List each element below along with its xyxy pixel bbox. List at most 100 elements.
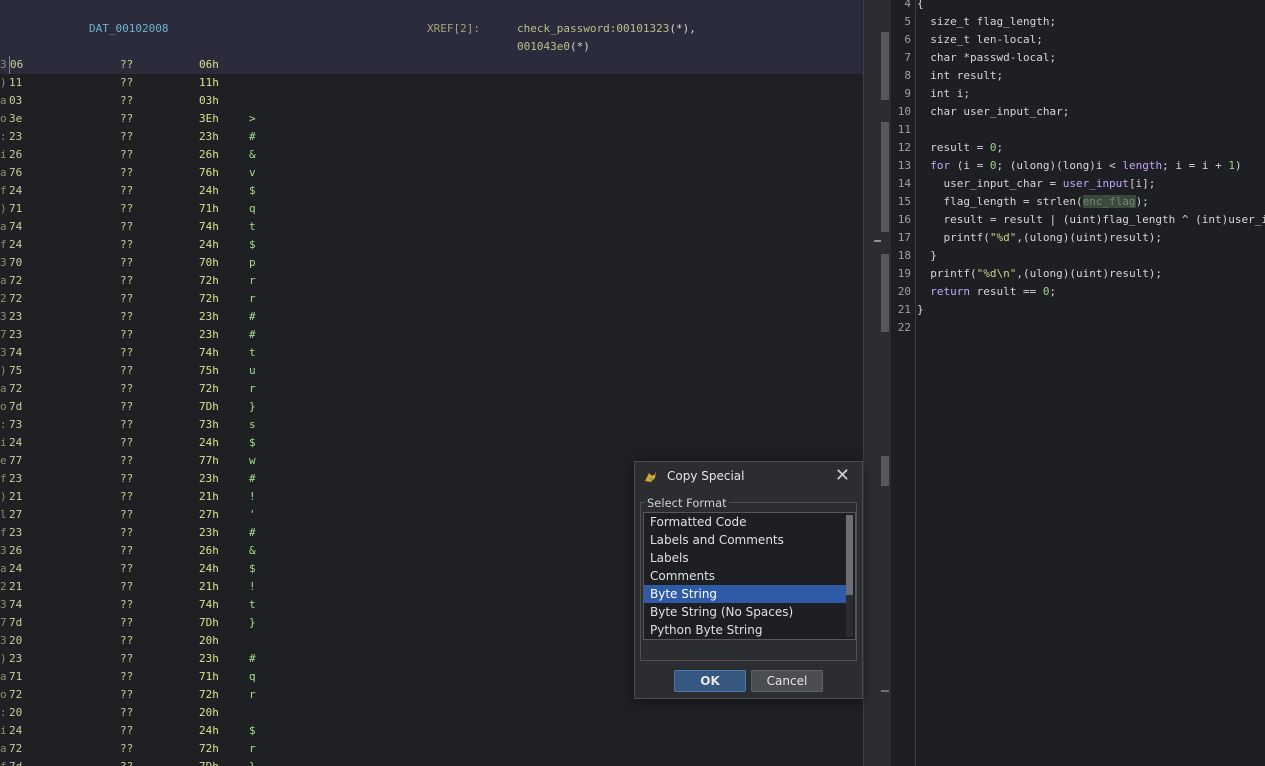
code-line[interactable]: 10 char user_input_char; (891, 103, 1265, 121)
listing-row[interactable]: :20?? 20h (0, 704, 863, 722)
code-token[interactable]: (i = (950, 159, 990, 172)
listing-row[interactable]: a 74?? 74h t (0, 218, 863, 236)
listing-row[interactable]: i 26?? 26h & (0, 146, 863, 164)
listbox-scrollbar[interactable] (846, 515, 853, 637)
code-token[interactable]: ; (996, 141, 1003, 154)
ok-button[interactable]: OK (674, 670, 746, 692)
listing-row[interactable]: 3 06?? 06h (0, 56, 863, 74)
xref-ref[interactable]: check_password:00101323 (517, 22, 669, 35)
listing-row[interactable]: o 3e?? 3Eh > (0, 110, 863, 128)
code-line[interactable]: 14 user_input_char = user_input[i]; (891, 175, 1265, 193)
listing-row[interactable]: 3 23?? 23h # (0, 308, 863, 326)
code-token[interactable]: user_input (1063, 177, 1129, 190)
code-line[interactable]: 21} (891, 301, 1265, 319)
code-line[interactable]: 16 result = result | (uint)flag_length ^… (891, 211, 1265, 229)
listing-row[interactable]: :23?? 23h # (0, 128, 863, 146)
code-token[interactable]: for (930, 159, 950, 172)
format-option-byte-string[interactable]: Byte String (644, 585, 848, 603)
code-token[interactable]: int result; (917, 69, 1003, 82)
listing-row[interactable]: i 24?? 24h $ (0, 434, 863, 452)
code-token[interactable]: char user_input_char; (917, 105, 1069, 118)
code-token[interactable]: ) (1235, 159, 1242, 172)
listing-row[interactable]: f 24?? 24h $ (0, 182, 863, 200)
listing-row[interactable]: o 7d?? 7Dh} (0, 398, 863, 416)
format-option-labels-and-comments[interactable]: Labels and Comments (644, 531, 848, 549)
listbox-scroll-thumb[interactable] (846, 515, 853, 595)
code-line[interactable]: 4{ (891, 0, 1265, 13)
listing-row[interactable]: 3 70?? 70h p (0, 254, 863, 272)
code-token[interactable] (917, 159, 930, 172)
xref-entry[interactable]: check_password:00101323(*), (517, 22, 696, 35)
close-icon[interactable]: ✕ (835, 466, 850, 486)
code-line[interactable]: 22 (891, 319, 1265, 337)
code-token[interactable]: printf( (917, 267, 976, 280)
code-token[interactable]: user_input_char = (917, 177, 1063, 190)
code-token[interactable]: size_t len-local; (917, 33, 1043, 46)
code-token[interactable]: int i; (917, 87, 970, 100)
code-token[interactable]: length (1122, 159, 1162, 172)
listing-row[interactable]: a 76?? 76h v (0, 164, 863, 182)
code-token[interactable]: "%d\n" (977, 267, 1017, 280)
code-token[interactable]: ; (1049, 285, 1056, 298)
code-token[interactable]: ,(ulong)(uint)result); (1016, 231, 1162, 244)
listing-row[interactable]: a 72?? 72h r (0, 272, 863, 290)
listing-row[interactable]: 2 72?? 72h r (0, 290, 863, 308)
code-token[interactable]: return (930, 285, 970, 298)
listing-row[interactable]: ) 71?? 71h q (0, 200, 863, 218)
format-option-formatted-code[interactable]: Formatted Code (644, 513, 848, 531)
code-token[interactable]: 0 (990, 159, 997, 172)
code-line[interactable]: 17 printf("%d",(ulong)(uint)result); (891, 229, 1265, 247)
cancel-button[interactable]: Cancel (751, 670, 823, 692)
code-line[interactable]: 6 size_t len-local; (891, 31, 1265, 49)
code-line[interactable]: 19 printf("%d\n",(ulong)(uint)result); (891, 265, 1265, 283)
format-option-labels[interactable]: Labels (644, 549, 848, 567)
code-token[interactable]: result = result | (uint)flag_length ^ (i… (917, 213, 1265, 226)
code-token[interactable]: printf( (917, 231, 989, 244)
decompiler-panel[interactable]: 4{5 size_t flag_length; 6 size_t len-loca… (891, 0, 1265, 766)
code-token[interactable]: { (917, 0, 924, 10)
scrollbar-thumb[interactable] (881, 32, 889, 100)
listing-scrollbar[interactable] (863, 0, 892, 766)
listing-row[interactable]: :73?? 73h s (0, 416, 863, 434)
listing-row[interactable]: a 72?? 72h r (0, 380, 863, 398)
code-token[interactable]: 1 (1228, 159, 1235, 172)
code-token[interactable] (917, 285, 930, 298)
code-line[interactable]: 15 flag_length = strlen(enc_flag); (891, 193, 1265, 211)
code-token[interactable]: size_t flag_length; (917, 15, 1056, 28)
listing-row[interactable]: ) 11?? 11h (0, 74, 863, 92)
code-token[interactable]: "%d" (990, 231, 1017, 244)
code-token[interactable]: [i]; (1129, 177, 1156, 190)
code-token[interactable]: ; i = i + (1162, 159, 1228, 172)
code-token[interactable]: flag_length = strlen( (917, 195, 1082, 208)
code-line[interactable]: 7 char *passwd-local; (891, 49, 1265, 67)
listing-row[interactable]: i 24?? 24h $ (0, 722, 863, 740)
listing-row[interactable]: f7d?? 7Dh} (0, 758, 863, 766)
format-option-byte-string-no-spaces[interactable]: Byte String (No Spaces) (644, 603, 848, 621)
code-token[interactable]: result = (917, 141, 990, 154)
code-token[interactable]: ; (ulong)(long)i < (997, 159, 1123, 172)
listing-row[interactable]: ) 75?? 75h u (0, 362, 863, 380)
format-option-comments[interactable]: Comments (644, 567, 848, 585)
code-line[interactable]: 11 (891, 121, 1265, 139)
format-listbox[interactable]: Formatted Code Labels and Comments Label… (643, 512, 856, 640)
listing-row[interactable]: a 72?? 72h r (0, 740, 863, 758)
scrollbar-thumb[interactable] (881, 122, 889, 232)
scrollbar-thumb[interactable] (881, 456, 889, 486)
code-token[interactable]: char *passwd-local; (917, 51, 1056, 64)
listing-row[interactable]: f 24?? 24h $ (0, 236, 863, 254)
code-token[interactable]: ); (1136, 195, 1149, 208)
code-token[interactable]: } (917, 303, 924, 316)
code-token[interactable]: } (917, 249, 937, 262)
code-line[interactable]: 18 } (891, 247, 1265, 265)
code-line[interactable]: 9 int i; (891, 85, 1265, 103)
code-line[interactable]: 8 int result; (891, 67, 1265, 85)
code-token[interactable]: result == (970, 285, 1043, 298)
xref-entry[interactable]: 001043e0(*) (517, 40, 590, 53)
code-line[interactable]: 20 return result == 0; (891, 283, 1265, 301)
xref-ref[interactable]: 001043e0 (517, 40, 570, 53)
highlighted-token[interactable]: enc_flag (1082, 195, 1136, 208)
format-option-python-byte-string[interactable]: Python Byte String (644, 621, 848, 639)
code-token[interactable]: ,(ulong)(uint)result); (1016, 267, 1162, 280)
code-line[interactable]: 12 result = 0; (891, 139, 1265, 157)
code-line[interactable]: 13 for (i = 0; (ulong)(long)i < length; … (891, 157, 1265, 175)
